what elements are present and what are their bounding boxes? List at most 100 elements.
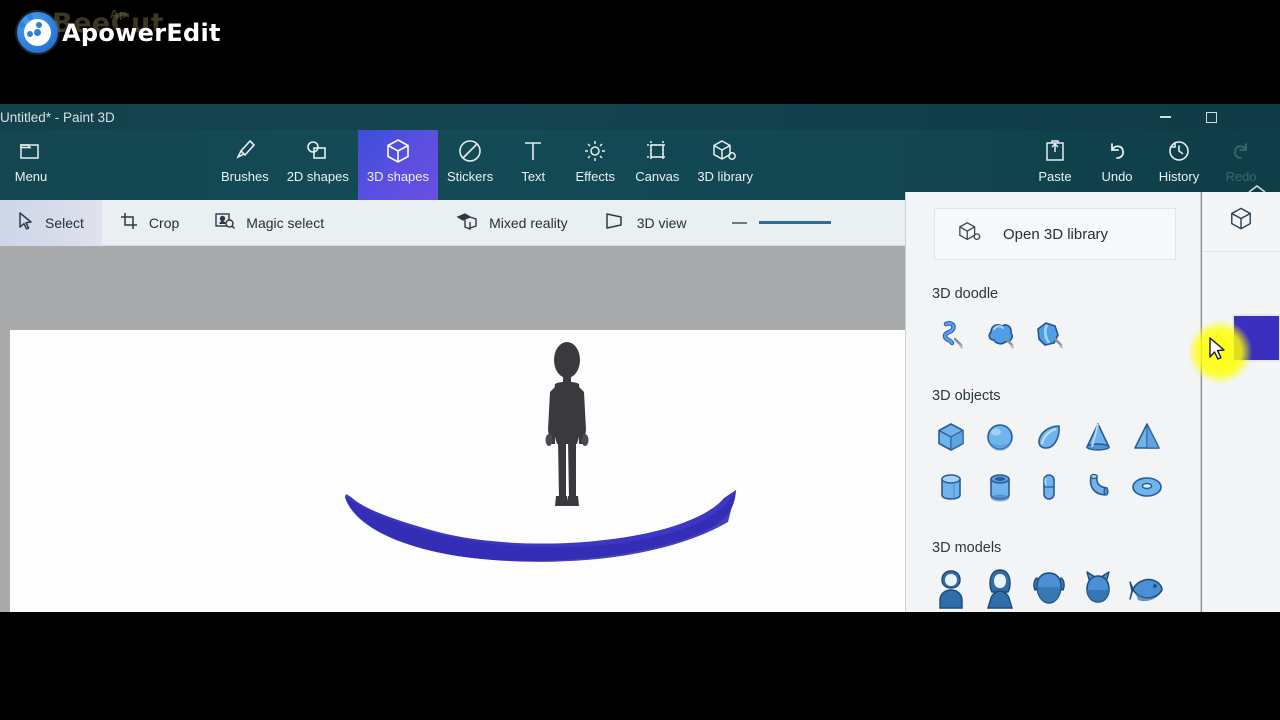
paintbrush-icon (232, 136, 258, 166)
tube-object-icon (984, 471, 1016, 508)
section-title-3d-models: 3D models (932, 540, 1002, 556)
drawing-canvas[interactable] (10, 330, 905, 612)
ribbon-item-brushes-label: Brushes (221, 169, 269, 184)
history-clock-icon (1166, 136, 1192, 166)
ribbon-item-3d-library[interactable]: 3D library (688, 130, 762, 200)
subbar-item-magic-select[interactable]: Magic select (197, 200, 342, 246)
zoom-slider[interactable] (759, 221, 832, 224)
ribbon-item-brushes[interactable]: Brushes (212, 130, 278, 200)
main-ribbon: Menu Brushes 2D shapes 3D shapes Sticker… (0, 130, 1280, 200)
panel-shadow (1200, 192, 1203, 612)
3d-library-icon (711, 136, 739, 166)
object-teardrop-item[interactable] (1024, 414, 1073, 464)
ribbon-item-canvas-label: Canvas (635, 169, 680, 184)
ribbon-item-menu[interactable]: Menu (0, 130, 62, 200)
object-donut-item[interactable] (1122, 464, 1171, 514)
ribbon-item-paste[interactable]: Paste (1024, 130, 1086, 200)
letterbox-bottom (0, 612, 1280, 720)
model-woman-item[interactable] (975, 566, 1024, 612)
object-cone-item[interactable] (1073, 414, 1122, 464)
window-title: Untitled* - Paint 3D (0, 109, 115, 125)
subbar-item-3d-view[interactable]: 3D view (586, 200, 705, 246)
zoom-control[interactable] (732, 221, 832, 224)
zoom-out-icon[interactable] (732, 221, 748, 224)
ribbon-item-effects-label: Effects (575, 169, 615, 184)
object-cube-item[interactable] (926, 414, 975, 464)
model-fish-item[interactable] (1122, 566, 1171, 612)
ribbon-item-history-label: History (1158, 169, 1200, 184)
subbar-item-magic-select-label: Magic select (246, 214, 325, 231)
doodle-sharp-blob-item[interactable] (1024, 312, 1073, 362)
ribbon-item-stickers-label: Stickers (447, 169, 494, 184)
ribbon-item-3d-shapes-label: 3D shapes (366, 169, 430, 184)
model-man-icon (935, 568, 967, 613)
model-dog-item[interactable] (1024, 566, 1073, 612)
paste-icon (1044, 136, 1066, 166)
3d-objects-row-2 (906, 464, 1201, 514)
donut-object-icon (1130, 471, 1164, 508)
object-pyramid-item[interactable] (1122, 414, 1171, 464)
object-capsule-item[interactable] (1024, 464, 1073, 514)
ribbon-item-effects[interactable]: Effects (564, 130, 626, 200)
mixed-reality-icon (456, 212, 478, 233)
right-rail (1202, 192, 1280, 612)
ribbon-item-3d-shapes[interactable]: 3D shapes (357, 130, 439, 200)
model-woman-icon (984, 568, 1016, 613)
object-elbow-item[interactable] (1073, 464, 1122, 514)
cursor-arrow-icon (18, 212, 34, 233)
ribbon-tools-group: Brushes 2D shapes 3D shapes Stickers Tex… (212, 130, 762, 200)
model-man-item[interactable] (926, 566, 975, 612)
ribbon-item-undo[interactable]: Undo (1086, 130, 1148, 200)
cylinder-object-icon (935, 471, 967, 508)
rail-tool-button[interactable] (1202, 192, 1280, 252)
subbar-item-mixed-reality[interactable]: Mixed reality (438, 200, 586, 246)
ribbon-item-text[interactable]: Text (502, 130, 564, 200)
ribbon-item-text-label: Text (521, 169, 546, 184)
pyramid-object-icon (1131, 421, 1163, 458)
cone-object-icon (1082, 421, 1114, 458)
object-tube-item[interactable] (975, 464, 1024, 514)
ribbon-item-undo-label: Undo (1101, 169, 1133, 184)
subbar-item-crop[interactable]: Crop (102, 200, 197, 246)
canvas-icon (644, 136, 670, 166)
open-3d-library-button[interactable]: Open 3D library (934, 208, 1176, 260)
ribbon-item-canvas[interactable]: Canvas (626, 130, 688, 200)
effects-sun-icon (582, 136, 608, 166)
2d-shapes-icon (304, 136, 331, 166)
doodle-soft-blob-icon (982, 319, 1018, 356)
section-title-3d-objects: 3D objects (932, 388, 1001, 404)
3d-human-figure[interactable] (536, 340, 598, 520)
open-3d-library-label: Open 3D library (1003, 225, 1109, 243)
3d-doodle-row (906, 312, 1201, 362)
subbar-item-select-label: Select (45, 214, 84, 231)
ribbon-item-stickers[interactable]: Stickers (438, 130, 502, 200)
cube-icon (1229, 206, 1253, 237)
undo-arrow-icon (1104, 136, 1130, 166)
minimize-button[interactable] (1142, 104, 1188, 130)
object-cylinder-item[interactable] (926, 464, 975, 514)
subbar-item-select[interactable]: Select (0, 199, 102, 246)
subbar-item-crop-label: Crop (148, 214, 180, 231)
model-cat-item[interactable] (1073, 566, 1122, 612)
doodle-tube-icon (934, 319, 968, 356)
window-controls (1142, 104, 1280, 130)
close-button[interactable] (1234, 104, 1280, 130)
model-fish-icon (1128, 569, 1165, 613)
ribbon-item-paste-label: Paste (1038, 169, 1072, 184)
text-icon (521, 136, 545, 166)
teardrop-object-icon (1033, 421, 1065, 458)
maximize-icon (1205, 111, 1217, 123)
capsule-object-icon (1033, 471, 1065, 508)
object-sphere-item[interactable] (975, 414, 1024, 464)
cube-object-icon (935, 421, 967, 458)
ribbon-item-2d-shapes[interactable]: 2D shapes (278, 130, 358, 200)
screen-capture: Untitled* - Paint 3D Menu Brushes 2D sha… (0, 0, 1280, 720)
doodle-tube-item[interactable] (926, 312, 975, 362)
doodle-soft-blob-item[interactable] (975, 312, 1024, 362)
model-dog-icon (1032, 568, 1066, 613)
doodle-sharp-blob-icon (1031, 319, 1067, 356)
magic-select-icon (215, 212, 236, 233)
ribbon-item-history[interactable]: History (1148, 130, 1210, 200)
sticker-icon (457, 136, 483, 166)
maximize-button[interactable] (1188, 104, 1234, 130)
